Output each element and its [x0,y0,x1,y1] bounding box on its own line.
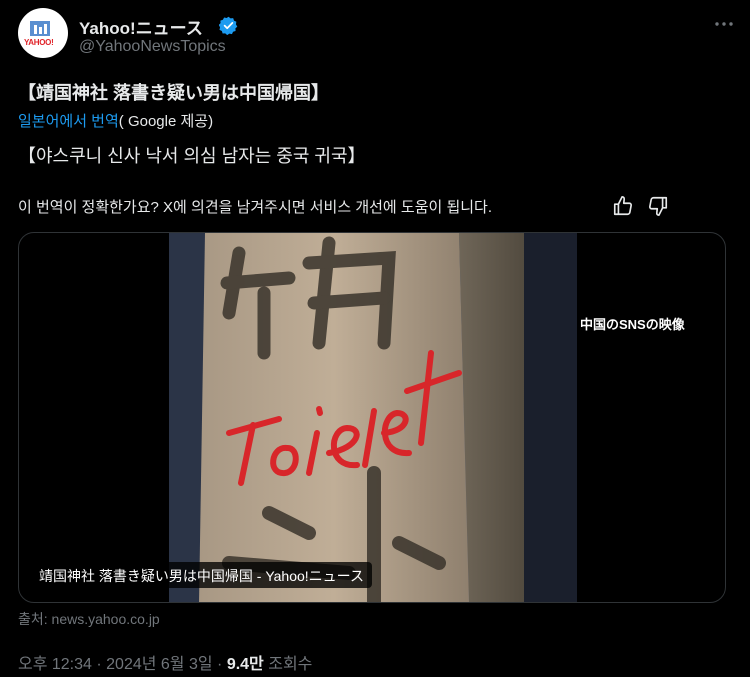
views-label: 조회수 [263,656,313,673]
video-overlay-caption: 中国のSNSの映像 [580,317,685,332]
thumbs-up-icon[interactable] [612,195,634,217]
thumbs-down-icon[interactable] [647,195,669,217]
link-card-title[interactable]: 靖国神社 落書き疑い男は中国帰国 - Yahoo!ニュース [31,562,372,588]
author-name[interactable]: Yahoo!ニュース [79,14,203,39]
media-card[interactable]: 中国のSNSの映像 靖国神社 落書き疑い男は中国帰国 - Yahoo!ニュース [18,232,726,603]
translated-from-link[interactable]: 일본어에서 번역 [18,113,119,130]
avatar[interactable]: YAHOO! [18,8,68,58]
tweet-meta: 오후 12:34 · 2024년 6월 3일 · 9.4만 조회수 [18,650,312,674]
tweet-header: YAHOO! Yahoo!ニュース @YahooNewsTopics [18,8,738,64]
avatar-logo-text: YAHOO! [24,38,54,47]
author-handle[interactable]: @YahooNewsTopics [79,38,226,56]
more-options-icon[interactable] [712,12,736,36]
translated-title: 【야스쿠니 신사 낙서 의심 남자는 중국 귀국】 [18,146,366,166]
video-thumbnail[interactable] [169,233,577,603]
tweet-title: 【靖国神社 落書き疑い男は中国帰国】 [18,83,329,103]
translation-feedback-prompt: 이 번역이 정확한가요? X에 의견을 남겨주시면 서비스 개선에 도움이 됩니… [18,199,493,216]
translation-note: 일본어에서 번역( Google 제공) [18,110,213,131]
view-count: 9.4만 [226,656,264,673]
link-source[interactable]: 출처: news.yahoo.co.jp [18,609,160,629]
translation-provider: ( Google 제공) [118,113,214,130]
verified-badge-icon [219,16,238,35]
timestamp[interactable]: 오후 12:34 · 2024년 6월 3일 · [18,656,227,673]
